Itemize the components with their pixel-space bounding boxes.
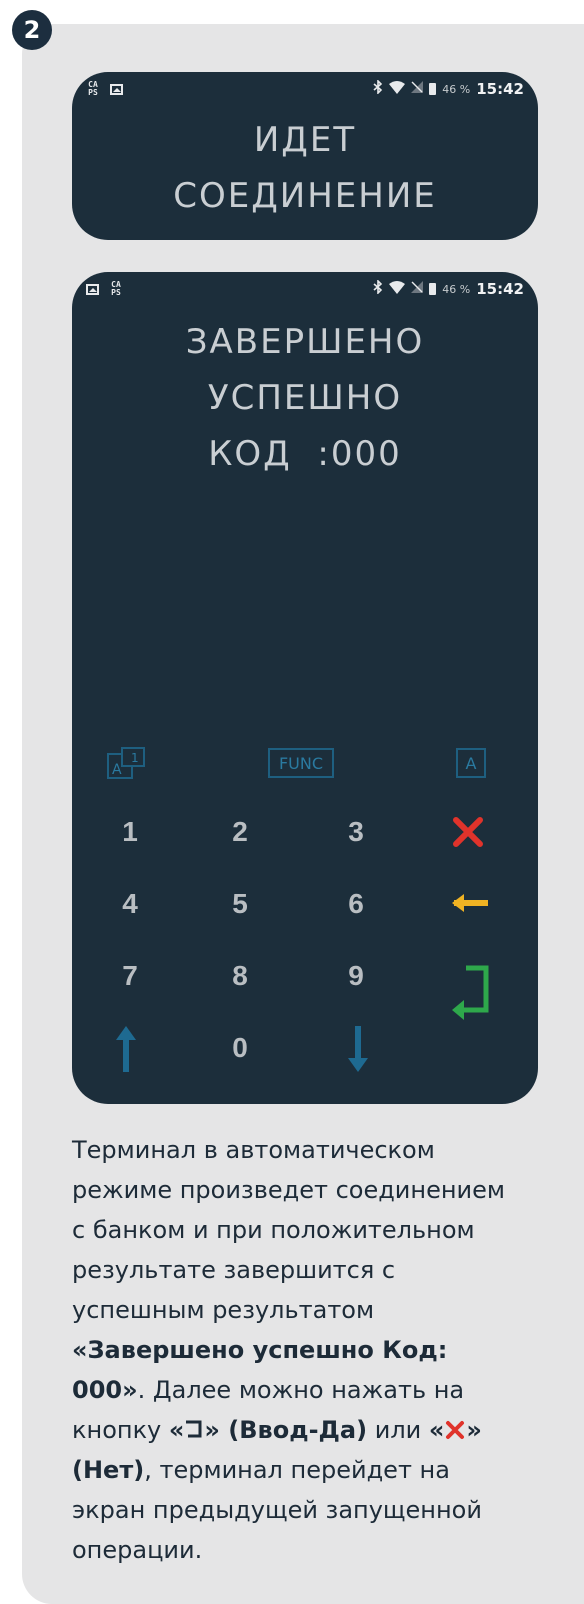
text-part: Терминал в автоматическом режиме произве… bbox=[72, 1136, 506, 1324]
key-3[interactable]: 3 bbox=[336, 816, 376, 848]
key-2[interactable]: 2 bbox=[220, 816, 260, 848]
svg-text:1: 1 bbox=[131, 751, 139, 765]
result-line-2: УСПЕШНО bbox=[207, 378, 403, 418]
clock: 15:42 bbox=[476, 280, 524, 298]
image-icon bbox=[86, 283, 99, 295]
clock: 15:42 bbox=[476, 80, 524, 98]
message-line-1: ИДЕТ bbox=[253, 120, 357, 160]
image-icon bbox=[110, 83, 123, 95]
wifi-icon bbox=[389, 280, 406, 298]
key-4[interactable]: 4 bbox=[110, 888, 150, 920]
arrow-left-icon bbox=[452, 894, 488, 912]
key-5[interactable]: 5 bbox=[220, 888, 260, 920]
cancel-x-icon bbox=[453, 817, 483, 847]
terminal-screen-connecting: CA PS 46 % 15:42 ИДЕТ СОЕДИНЕНИЕ bbox=[72, 72, 538, 240]
backspace-key[interactable] bbox=[450, 888, 490, 922]
bluetooth-icon bbox=[373, 279, 383, 298]
cancel-key[interactable] bbox=[450, 814, 486, 854]
result-line-1: ЗАВЕРШЕНО bbox=[185, 322, 425, 362]
arrow-down-icon bbox=[348, 1026, 368, 1072]
scroll-down-key[interactable] bbox=[346, 1026, 370, 1076]
instruction-text: Терминал в автоматическом режиме произве… bbox=[72, 1130, 512, 1570]
battery-icon bbox=[429, 83, 437, 95]
battery-percent: 46 % bbox=[442, 82, 471, 96]
status-bar: CA PS 46 % 15:42 bbox=[86, 78, 524, 100]
signal-icon bbox=[411, 81, 424, 97]
key-1[interactable]: 1 bbox=[110, 816, 150, 848]
result-code: КОД :000 bbox=[208, 434, 402, 474]
arrow-up-icon bbox=[116, 1026, 136, 1072]
cancel-x-icon bbox=[446, 1421, 465, 1439]
signal-icon bbox=[411, 281, 424, 297]
func-key[interactable]: FUNC bbox=[268, 748, 334, 778]
key-6[interactable]: 6 bbox=[336, 888, 376, 920]
enter-return-icon bbox=[452, 965, 489, 1020]
key-0[interactable]: 0 bbox=[220, 1032, 260, 1064]
text-part: или bbox=[367, 1416, 429, 1444]
wifi-icon bbox=[389, 80, 406, 98]
key-7[interactable]: 7 bbox=[110, 960, 150, 992]
enter-key-reference: «» (Ввод-Да) bbox=[168, 1416, 368, 1444]
message-line-2: СОЕДИНЕНИЕ bbox=[173, 176, 437, 216]
result-message: ЗАВЕРШЕНО УСПЕШНО КОД :000 bbox=[72, 314, 538, 482]
connecting-message: ИДЕТ СОЕДИНЕНИЕ bbox=[72, 112, 538, 224]
battery-percent: 46 % bbox=[442, 282, 471, 296]
step-number-badge: 2 bbox=[12, 10, 52, 50]
key-9[interactable]: 9 bbox=[336, 960, 376, 992]
bluetooth-icon bbox=[373, 79, 383, 98]
scroll-up-key[interactable] bbox=[114, 1026, 138, 1076]
caps-icon: CA PS bbox=[111, 280, 121, 297]
enter-key[interactable] bbox=[448, 962, 492, 1026]
alpha-key[interactable]: A bbox=[456, 748, 486, 778]
key-8[interactable]: 8 bbox=[220, 960, 260, 992]
caps-icon: CA PS bbox=[88, 80, 98, 97]
battery-icon bbox=[429, 283, 437, 295]
status-bar: CA PS 46 % 15:42 bbox=[86, 278, 524, 300]
alpha-num-icon: A 1 bbox=[107, 747, 145, 779]
terminal-screen-success: CA PS 46 % 15:42 ЗАВЕРШЕНО УСПЕШНО КОД :0… bbox=[72, 272, 538, 1104]
svg-text:A: A bbox=[112, 762, 122, 778]
alpha-numeric-key[interactable]: A 1 bbox=[106, 747, 150, 779]
enter-return-icon bbox=[186, 1420, 202, 1438]
